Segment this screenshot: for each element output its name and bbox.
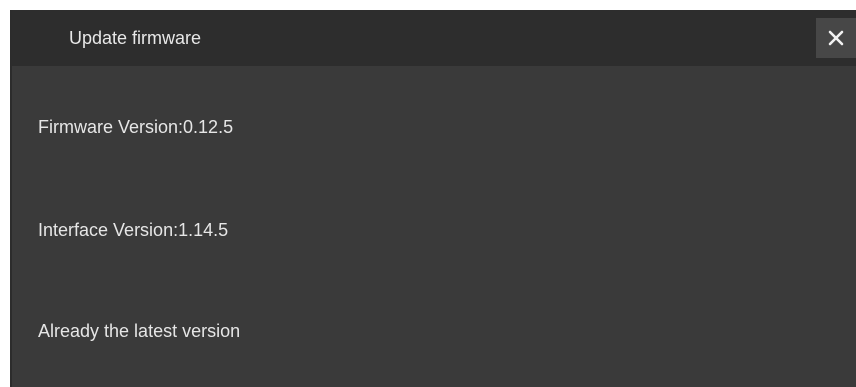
dialog-title: Update firmware [69,28,202,48]
close-icon [828,30,844,46]
dialog-content: Firmware Version:0.12.5 Interface Versio… [38,66,856,387]
close-button[interactable] [816,18,856,58]
dialog-titlebar: Update firmware [12,10,856,66]
interface-version-text: Interface Version:1.14.5 [38,220,229,240]
firmware-version-text: Firmware Version:0.12.5 [38,117,234,137]
update-status-text: Already the latest version [38,321,241,341]
update-firmware-dialog: Update firmware Firmware Version:0.12.5 … [10,10,856,387]
